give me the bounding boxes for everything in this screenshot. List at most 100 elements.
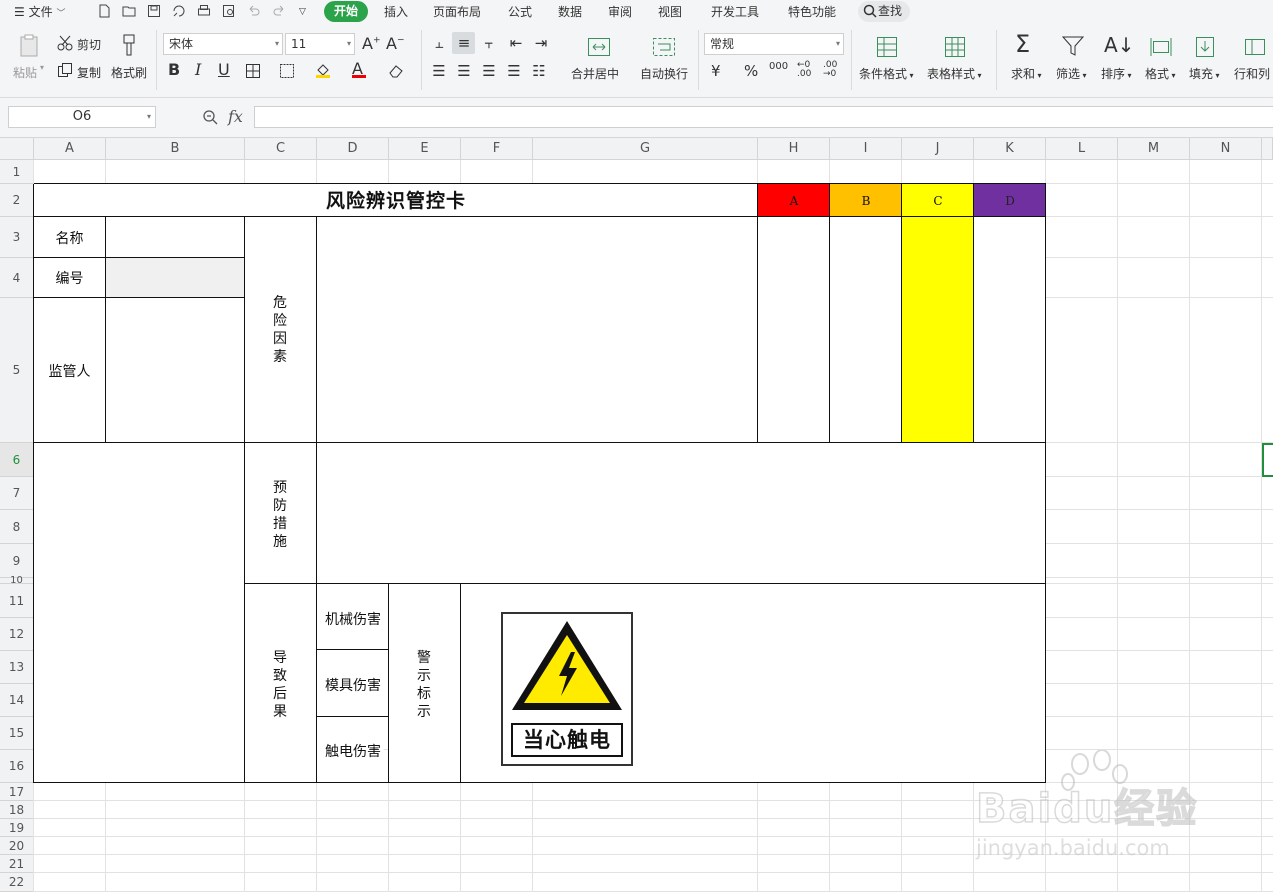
- merge-center-button[interactable]: 合并居中: [571, 65, 619, 82]
- row-header-13[interactable]: 13: [0, 651, 34, 684]
- column-header-g[interactable]: G: [533, 138, 758, 160]
- align-bottom-icon[interactable]: ⫟: [480, 34, 498, 52]
- align-right-icon[interactable]: ☰: [480, 62, 498, 80]
- wrap-text-button[interactable]: 自动换行: [640, 65, 688, 82]
- export-icon[interactable]: [171, 3, 187, 19]
- format-painter-icon[interactable]: [116, 32, 142, 58]
- distributed-align-icon[interactable]: ☷: [530, 62, 548, 80]
- save-icon[interactable]: [146, 3, 162, 19]
- row-header-20[interactable]: 20: [0, 837, 34, 855]
- sort-button[interactable]: 排序 ▾: [1101, 65, 1132, 82]
- wrap-text-icon[interactable]: [651, 34, 677, 60]
- number-value-cell[interactable]: [106, 258, 245, 298]
- paste-button[interactable]: 粘贴: [13, 64, 37, 81]
- row-header-12[interactable]: 12: [0, 618, 34, 651]
- format-icon[interactable]: [1148, 34, 1174, 60]
- new-file-icon[interactable]: [96, 3, 112, 19]
- increase-indent-icon[interactable]: ⇥: [532, 34, 550, 52]
- column-header-j[interactable]: J: [902, 138, 974, 160]
- customize-toolbar-icon[interactable]: ▽: [299, 3, 306, 21]
- row-header-8[interactable]: 8: [0, 510, 34, 544]
- fill-down-icon[interactable]: [1192, 34, 1218, 60]
- paste-dropdown-icon[interactable]: ▾: [40, 63, 44, 72]
- conditional-format-button[interactable]: 条件格式 ▾: [859, 65, 914, 82]
- row-col-button[interactable]: 行和列: [1234, 65, 1270, 82]
- clear-format-icon[interactable]: [387, 62, 405, 80]
- align-left-icon[interactable]: ☰: [430, 62, 448, 80]
- borders-icon[interactable]: [244, 62, 262, 80]
- underline-button[interactable]: U: [218, 60, 230, 79]
- number-format-select[interactable]: 常规 ▾: [704, 33, 844, 55]
- tab-developer[interactable]: 开发工具: [711, 3, 759, 21]
- format-painter-button[interactable]: 格式刷: [111, 64, 147, 81]
- tab-special[interactable]: 特色功能: [788, 3, 836, 21]
- row-header-4[interactable]: 4: [0, 258, 34, 298]
- percent-button[interactable]: %: [744, 62, 758, 80]
- merged-cell[interactable]: [317, 443, 1046, 584]
- tab-home[interactable]: 开始: [324, 1, 368, 22]
- align-middle-icon[interactable]: ≡: [455, 34, 473, 52]
- column-header-h[interactable]: H: [758, 138, 830, 160]
- row-header-15[interactable]: 15: [0, 717, 34, 750]
- align-top-icon[interactable]: ⫠: [430, 34, 448, 52]
- increase-font-icon[interactable]: A+: [362, 34, 381, 53]
- table-style-button[interactable]: 表格样式 ▾: [927, 65, 982, 82]
- name-box[interactable]: O6 ▾: [8, 106, 156, 128]
- row-header-6[interactable]: 6: [0, 443, 34, 477]
- decrease-indent-icon[interactable]: ⇤: [507, 34, 525, 52]
- merged-cell[interactable]: [758, 217, 830, 443]
- row-header-9[interactable]: 9: [0, 544, 34, 578]
- merged-cell[interactable]: [974, 217, 1046, 443]
- cut-button[interactable]: 剪切: [77, 36, 101, 53]
- table-style-icon[interactable]: [942, 34, 968, 60]
- row-header-19[interactable]: 19: [0, 819, 34, 837]
- increase-decimal-icon[interactable]: ←0.00: [797, 61, 811, 79]
- row-header-18[interactable]: 18: [0, 801, 34, 819]
- row-col-icon[interactable]: [1242, 34, 1268, 60]
- row-header-16[interactable]: 16: [0, 750, 34, 783]
- decrease-decimal-icon[interactable]: .00 →0: [823, 61, 837, 79]
- decrease-font-icon[interactable]: A−: [386, 34, 405, 53]
- conditional-format-icon[interactable]: [874, 34, 900, 60]
- font-size-select[interactable]: 11 ▾: [285, 33, 355, 55]
- row-header-14[interactable]: 14: [0, 684, 34, 717]
- sum-icon[interactable]: Σ: [1015, 30, 1030, 58]
- thousands-button[interactable]: 000: [769, 61, 788, 72]
- column-header-m[interactable]: M: [1118, 138, 1190, 160]
- column-header-c[interactable]: C: [245, 138, 317, 160]
- row-header-11[interactable]: 11: [0, 584, 34, 618]
- insert-function-button[interactable]: fx: [228, 107, 243, 126]
- find-button[interactable]: 查找: [858, 1, 910, 22]
- sum-button[interactable]: 求和 ▾: [1011, 65, 1042, 82]
- filter-button[interactable]: 筛选 ▾: [1056, 65, 1087, 82]
- column-header-n[interactable]: N: [1190, 138, 1262, 160]
- print-icon[interactable]: [196, 3, 212, 19]
- print-preview-icon[interactable]: [221, 3, 237, 19]
- column-header-b[interactable]: B: [106, 138, 245, 160]
- risk-level-c-column[interactable]: [902, 217, 974, 443]
- column-header-d[interactable]: D: [317, 138, 389, 160]
- redo-icon[interactable]: [271, 3, 287, 19]
- row-header-22[interactable]: 22: [0, 873, 34, 892]
- card-title[interactable]: 风险辨识管控卡: [34, 188, 758, 214]
- column-header-a[interactable]: A: [34, 138, 106, 160]
- paste-icon[interactable]: [16, 32, 42, 58]
- align-center-icon[interactable]: ☰: [455, 62, 473, 80]
- merged-cell[interactable]: [106, 217, 245, 258]
- tab-review[interactable]: 审阅: [608, 3, 632, 21]
- row-header-7[interactable]: 7: [0, 477, 34, 510]
- row-header-2[interactable]: 2: [0, 184, 34, 217]
- row-header-21[interactable]: 21: [0, 855, 34, 873]
- spreadsheet-grid[interactable]: ABCDEFGHIJKLMN 1 2 3 4 5 6 7 8 9 10 11 12 13 14 15 16 17…: [0, 138, 1273, 892]
- merged-cell[interactable]: [34, 443, 245, 783]
- justify-icon[interactable]: ☰: [505, 62, 523, 80]
- tab-data[interactable]: 数据: [558, 3, 582, 21]
- merge-center-icon[interactable]: [586, 34, 612, 60]
- bold-button[interactable]: B: [168, 60, 180, 79]
- filter-icon[interactable]: [1060, 33, 1086, 59]
- tab-view[interactable]: 视图: [658, 3, 682, 21]
- fill-color-icon[interactable]: [314, 61, 332, 79]
- font-name-select[interactable]: 宋体 ▾: [163, 33, 283, 55]
- electric-shock-warning-sign[interactable]: 当心触电: [501, 612, 633, 766]
- tab-insert[interactable]: 插入: [384, 3, 408, 21]
